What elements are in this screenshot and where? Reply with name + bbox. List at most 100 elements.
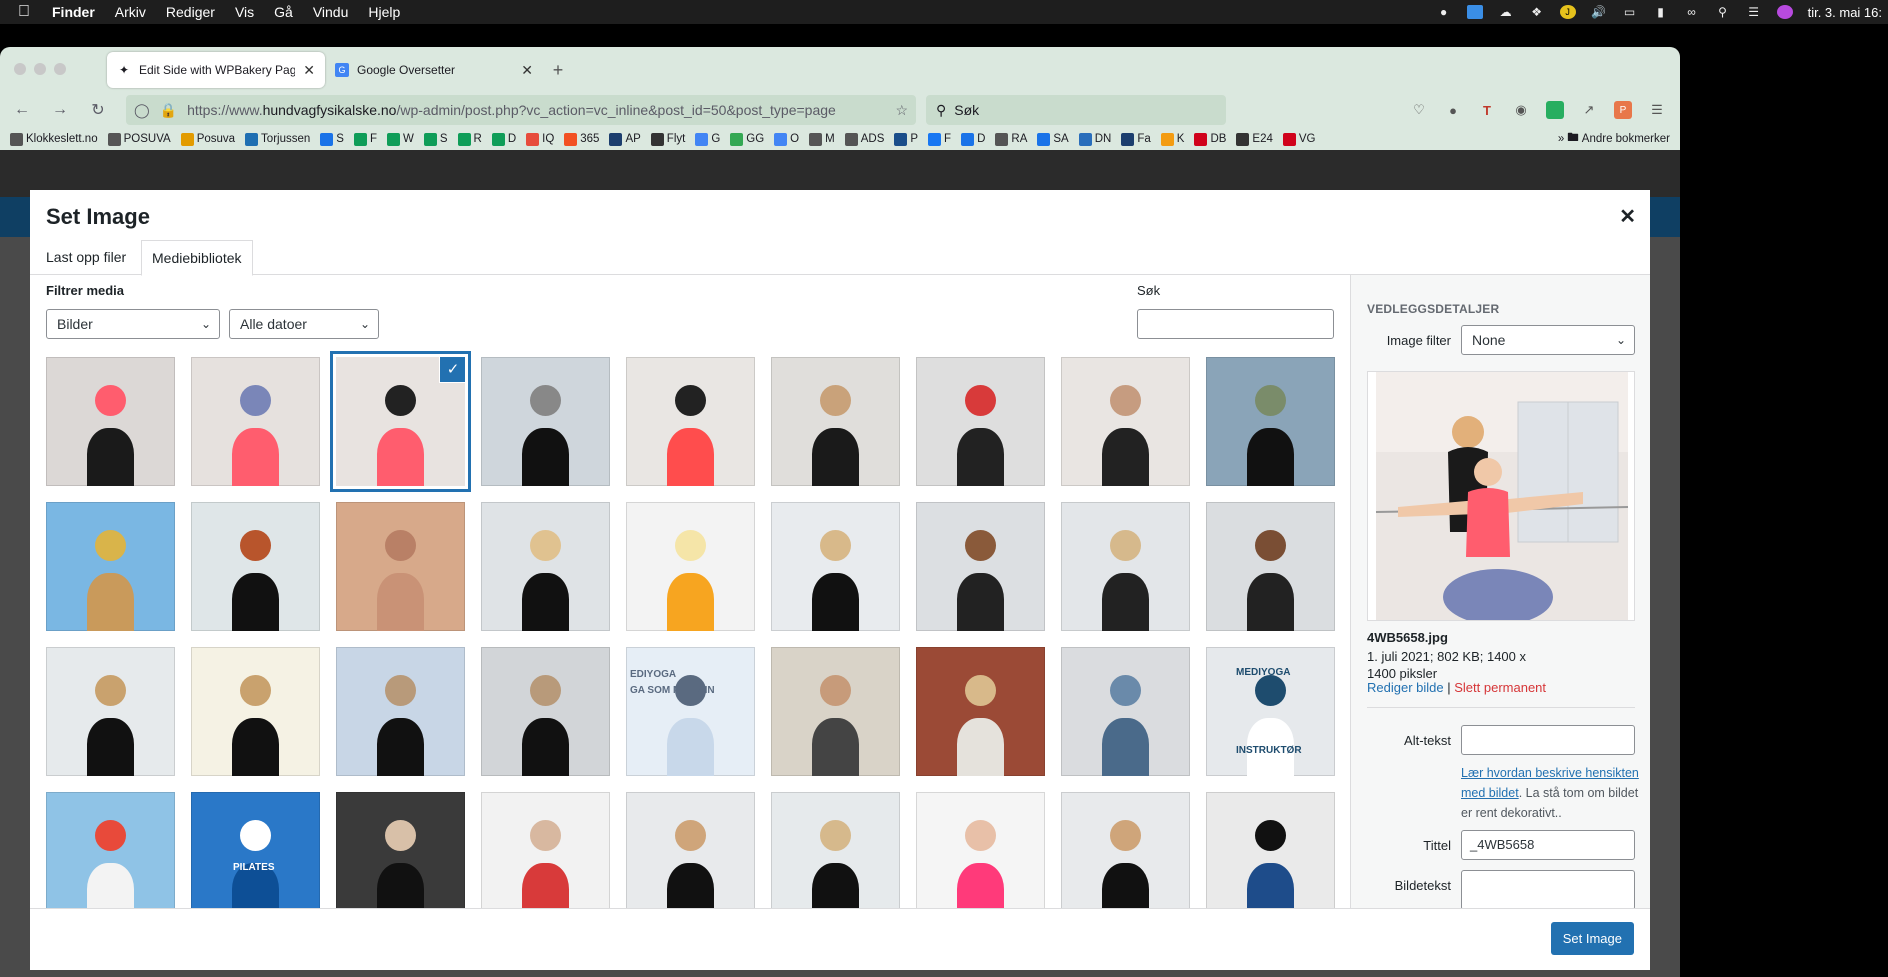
tab-upload-files[interactable]: Last opp filer — [36, 240, 136, 275]
lock-icon[interactable]: 🔒 — [160, 102, 177, 119]
attachment-thumbnail[interactable] — [336, 792, 465, 908]
attachment-thumbnail[interactable] — [191, 502, 320, 631]
back-icon[interactable]: ← — [8, 96, 36, 124]
shield-icon[interactable]: ◯ — [134, 102, 150, 119]
attachment-thumbnail[interactable] — [481, 357, 610, 486]
attachment-thumbnail[interactable] — [626, 357, 755, 486]
title-input[interactable]: _4WB5658 — [1461, 830, 1635, 860]
bookmark-item[interactable]: Posuva — [180, 132, 235, 146]
close-tab-icon[interactable]: ✕ — [521, 62, 533, 79]
bookmark-item[interactable]: Torjussen — [245, 132, 310, 146]
zoom-window-button[interactable] — [54, 63, 66, 75]
bookmark-item[interactable]: D — [491, 132, 516, 146]
hamburger-menu-icon[interactable]: ☰ — [1648, 101, 1666, 119]
media-type-select[interactable]: Bilder ⌄ — [46, 309, 220, 339]
menu-ga[interactable]: Gå — [274, 4, 293, 20]
delete-permanently-link[interactable]: Slett permanent — [1454, 680, 1546, 695]
menu-vindu[interactable]: Vindu — [313, 4, 349, 20]
attachment-thumbnail[interactable] — [1061, 792, 1190, 908]
bookmark-item[interactable]: Fa — [1121, 132, 1151, 146]
attachment-thumbnail[interactable] — [771, 647, 900, 776]
attachment-thumbnail[interactable] — [626, 502, 755, 631]
siri-icon[interactable] — [1776, 5, 1793, 19]
spotlight-search-icon[interactable]: ⚲ — [1715, 5, 1731, 19]
bookmark-item[interactable]: 365 — [564, 132, 599, 146]
attachment-thumbnail[interactable] — [336, 647, 465, 776]
bookmark-item[interactable]: E24 — [1236, 132, 1273, 146]
pocket-icon[interactable]: ♡ — [1410, 101, 1428, 119]
caption-input[interactable] — [1461, 870, 1635, 908]
calendar-icon[interactable] — [1466, 5, 1483, 19]
font-extension-icon[interactable]: T — [1478, 101, 1496, 119]
bookmark-item[interactable]: SA — [1037, 132, 1069, 146]
bookmark-item[interactable]: GG — [730, 132, 764, 146]
attachment-thumbnail[interactable] — [1206, 792, 1335, 908]
url-text[interactable]: https://www.hundvagfysikalske.no/wp-admi… — [187, 102, 885, 118]
link-icon[interactable]: ∞ — [1684, 5, 1700, 19]
bookmark-item[interactable]: S — [320, 132, 344, 146]
alt-text-input[interactable] — [1461, 725, 1635, 755]
bookmark-item[interactable]: M — [809, 132, 835, 146]
forward-icon[interactable]: → — [46, 96, 74, 124]
cookie-icon[interactable]: ◉ — [1512, 101, 1530, 119]
apple-icon[interactable]:  — [18, 3, 30, 21]
bookmark-item[interactable]: F — [928, 132, 951, 146]
new-tab-button[interactable]: + — [543, 52, 573, 88]
bookmark-item[interactable]: Flyt — [650, 132, 685, 146]
attachment-thumbnail[interactable] — [1206, 502, 1335, 631]
attachment-thumbnail[interactable]: PILATES — [191, 792, 320, 908]
attachment-thumbnail[interactable]: MEDIYOGA INSTRUKTØR — [1206, 647, 1335, 776]
close-icon[interactable]: ✕ — [1619, 204, 1636, 229]
attachment-thumbnail[interactable] — [191, 357, 320, 486]
attachment-thumbnail[interactable] — [626, 792, 755, 908]
attachment-thumbnail[interactable] — [1206, 357, 1335, 486]
battery-icon[interactable]: ▮ — [1653, 5, 1669, 19]
tab-google-translate[interactable]: G Google Oversetter ✕ — [325, 52, 543, 88]
bookmark-star-icon[interactable]: ☆ — [895, 102, 908, 119]
attachment-thumbnail[interactable] — [1061, 647, 1190, 776]
p-extension-icon[interactable]: P — [1614, 101, 1632, 119]
menu-arkiv[interactable]: Arkiv — [115, 4, 146, 20]
attachment-thumbnail[interactable] — [46, 792, 175, 908]
bookmark-item[interactable]: RA — [995, 132, 1027, 146]
bookmark-item[interactable]: POSUVA — [107, 132, 171, 146]
edit-image-link[interactable]: Rediger bilde — [1367, 680, 1444, 695]
attachment-thumbnail[interactable] — [1061, 502, 1190, 631]
bookmark-item[interactable]: F — [353, 132, 377, 146]
attachment-thumbnail[interactable] — [916, 357, 1045, 486]
bookmark-item[interactable]: S — [423, 132, 448, 146]
volume-icon[interactable]: 🔊 — [1591, 5, 1607, 19]
bookmark-item[interactable]: P — [894, 132, 918, 146]
address-bar[interactable]: ◯ 🔒 https://www.hundvagfysikalske.no/wp-… — [126, 95, 916, 125]
dropbox-icon[interactable]: ❖ — [1529, 5, 1545, 19]
menu-rediger[interactable]: Rediger — [166, 4, 215, 20]
clock[interactable]: tir. 3. mai 16: — [1808, 5, 1882, 20]
bookmark-item[interactable]: R — [457, 132, 482, 146]
tab-edit-page[interactable]: ✦ Edit Side with WPBakery Page B ✕ — [107, 52, 325, 88]
chart-extension-icon[interactable]: ↗ — [1580, 101, 1598, 119]
attachment-thumbnail[interactable] — [916, 792, 1045, 908]
attachment-thumbnail[interactable] — [336, 502, 465, 631]
control-center-icon[interactable]: ☰ — [1746, 5, 1762, 19]
attachment-thumbnail[interactable]: EDIYOGA GA SOM MEDISIN — [626, 647, 755, 776]
user-badge-icon[interactable]: J — [1559, 5, 1576, 19]
bookmark-item[interactable]: ADS — [844, 132, 884, 146]
checkmark-icon[interactable]: ✓ — [440, 357, 465, 382]
chevron-double-right-icon[interactable]: » — [1558, 133, 1564, 145]
attachment-thumbnail[interactable] — [771, 792, 900, 908]
attachment-thumbnail[interactable] — [1061, 357, 1190, 486]
cloud-icon[interactable]: ☁ — [1498, 5, 1514, 19]
image-filter-select[interactable]: None ⌄ — [1461, 325, 1635, 355]
bookmark-item[interactable]: O — [774, 132, 799, 146]
attachment-thumbnail[interactable] — [916, 647, 1045, 776]
bookmark-item[interactable]: G — [695, 132, 720, 146]
bookmark-item[interactable]: IQ — [526, 132, 554, 146]
menu-vis[interactable]: Vis — [235, 4, 254, 20]
creative-cloud-icon[interactable]: ● — [1436, 5, 1452, 19]
attachment-thumbnail[interactable] — [191, 647, 320, 776]
reload-icon[interactable]: ↻ — [84, 96, 112, 124]
bookmark-item[interactable]: DN — [1078, 132, 1111, 146]
screen-mirror-icon[interactable]: ▭ — [1622, 5, 1638, 19]
attachment-thumbnail[interactable] — [771, 357, 900, 486]
attachment-thumbnail[interactable] — [46, 357, 175, 486]
